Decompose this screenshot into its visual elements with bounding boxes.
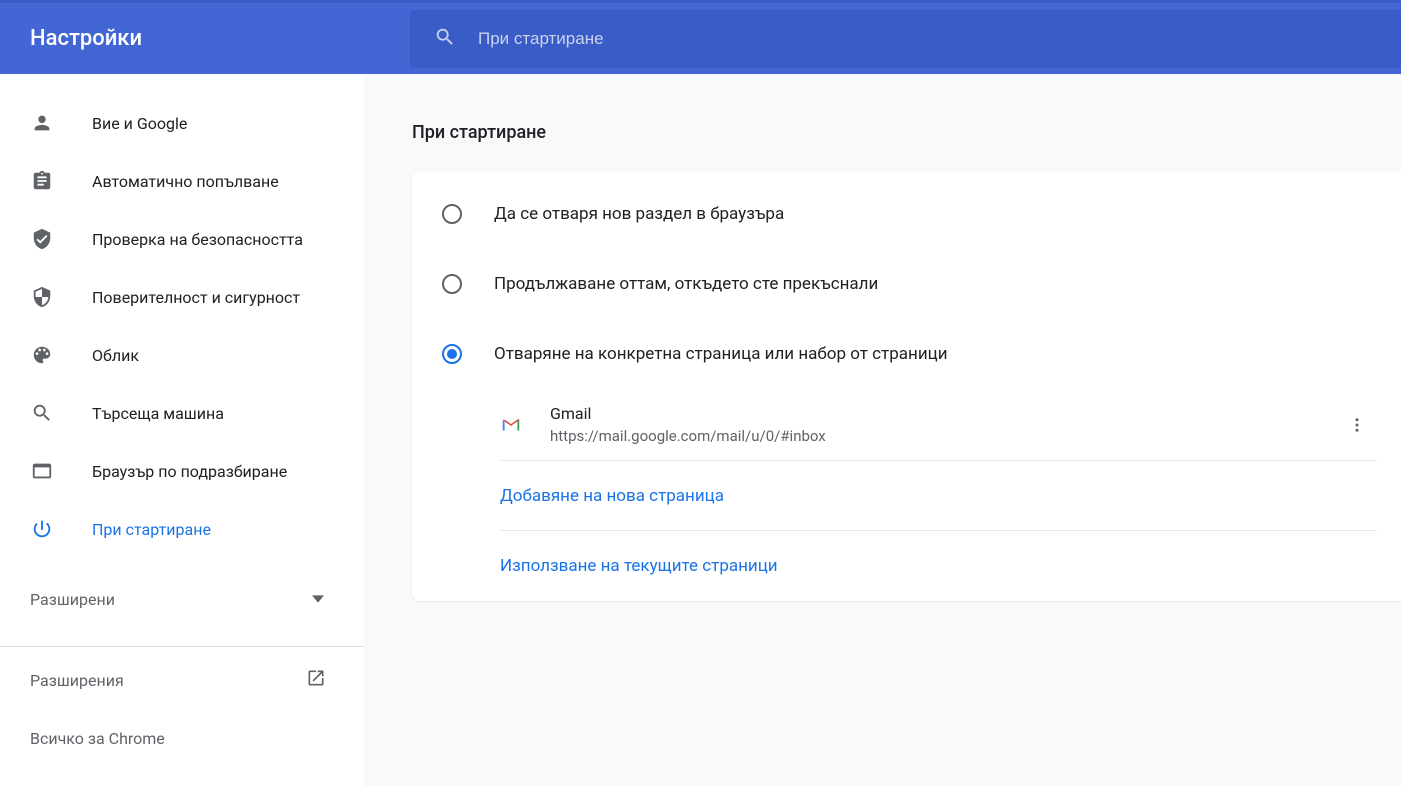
sidebar-item-extensions[interactable]: Разширения — [0, 651, 364, 709]
chevron-down-icon — [312, 590, 324, 609]
advanced-toggle[interactable]: Разширени — [0, 570, 364, 628]
search-input[interactable] — [478, 29, 1401, 49]
sidebar: Вие и Google Автоматично попълване Прове… — [0, 74, 364, 786]
sidebar-item-on-startup[interactable]: При стартиране — [0, 500, 364, 558]
search-bar[interactable] — [410, 10, 1401, 68]
search-icon — [30, 401, 54, 425]
sidebar-item-label: Вие и Google — [92, 114, 187, 133]
shield-icon — [30, 285, 54, 309]
radio-label: Отваряне на конкретна страница или набор… — [494, 344, 948, 364]
radio-icon — [442, 344, 462, 364]
extensions-label: Разширения — [30, 671, 124, 690]
sidebar-item-label: Облик — [92, 346, 139, 365]
radio-label: Продължаване оттам, откъдето сте прекъсн… — [494, 274, 878, 294]
search-icon — [434, 26, 456, 52]
radio-label: Да се отваря нов раздел в браузъра — [494, 204, 784, 224]
sidebar-item-default-browser[interactable]: Браузър по подразбиране — [0, 442, 364, 500]
browser-icon — [30, 459, 54, 483]
radio-new-tab[interactable]: Да се отваря нов раздел в браузъра — [412, 179, 1401, 249]
clipboard-icon — [30, 169, 54, 193]
header: Настройки — [0, 0, 1401, 74]
add-page-link[interactable]: Добавяне на нова страница — [500, 486, 724, 506]
page-info: Gmail https://mail.google.com/mail/u/0/#… — [550, 404, 1317, 445]
section-title: При стартиране — [412, 122, 1401, 143]
page-url: https://mail.google.com/mail/u/0/#inbox — [550, 427, 1317, 445]
gmail-icon — [500, 414, 522, 436]
sidebar-item-label: Проверка на безопасността — [92, 230, 303, 249]
advanced-label: Разширени — [30, 590, 115, 609]
radio-continue[interactable]: Продължаване оттам, откъдето сте прекъсн… — [412, 249, 1401, 319]
radio-icon — [442, 274, 462, 294]
sidebar-item-privacy-security[interactable]: Поверителност и сигурност — [0, 268, 364, 326]
sidebar-item-about-chrome[interactable]: Всичко за Chrome — [0, 709, 364, 767]
more-menu-button[interactable] — [1345, 416, 1369, 434]
sidebar-item-label: Автоматично попълване — [92, 172, 279, 191]
shield-check-icon — [30, 227, 54, 251]
add-page-row[interactable]: Добавяне на нова страница — [500, 461, 1377, 531]
sidebar-item-search-engine[interactable]: Търсеща машина — [0, 384, 364, 442]
radio-icon — [442, 204, 462, 224]
content-area: При стартиране Да се отваря нов раздел в… — [364, 74, 1401, 786]
sidebar-item-safety-check[interactable]: Проверка на безопасността — [0, 210, 364, 268]
power-icon — [30, 517, 54, 541]
radio-specific-pages[interactable]: Отваряне на конкретна страница или набор… — [412, 319, 1401, 389]
palette-icon — [30, 343, 54, 367]
startup-page-row: Gmail https://mail.google.com/mail/u/0/#… — [500, 389, 1377, 461]
startup-card: Да се отваря нов раздел в браузъра Продъ… — [412, 171, 1401, 601]
person-icon — [30, 111, 54, 135]
sidebar-item-label: Браузър по подразбиране — [92, 462, 287, 481]
sidebar-item-label: Поверителност и сигурност — [92, 288, 300, 307]
sidebar-item-appearance[interactable]: Облик — [0, 326, 364, 384]
page-name: Gmail — [550, 404, 1317, 423]
sidebar-item-label: Търсеща машина — [92, 404, 224, 423]
divider — [0, 646, 364, 647]
use-current-row[interactable]: Използване на текущите страници — [500, 531, 1377, 601]
about-label: Всичко за Chrome — [30, 729, 165, 748]
sidebar-item-autofill[interactable]: Автоматично попълване — [0, 152, 364, 210]
sidebar-item-label: При стартиране — [92, 520, 211, 539]
open-in-new-icon — [306, 668, 326, 692]
page-title: Настройки — [0, 26, 410, 51]
startup-pages-list: Gmail https://mail.google.com/mail/u/0/#… — [412, 389, 1401, 601]
sidebar-item-you-and-google[interactable]: Вие и Google — [0, 94, 364, 152]
use-current-link[interactable]: Използване на текущите страници — [500, 556, 778, 576]
